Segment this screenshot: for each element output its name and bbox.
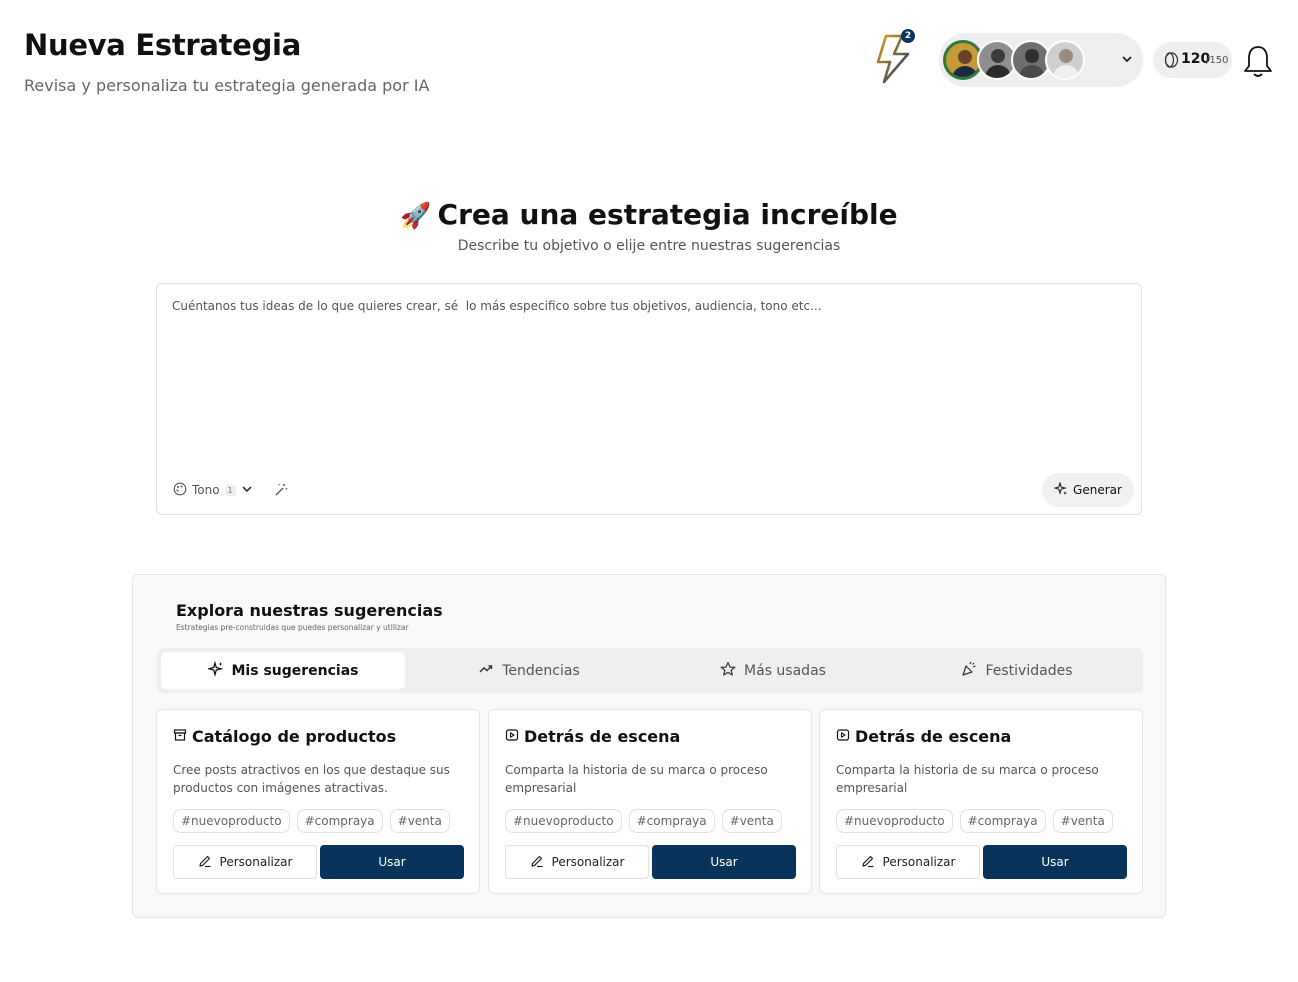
tag-list: #nuevoproducto #compraya #venta — [173, 809, 450, 833]
tab-festividades[interactable]: Festividades — [897, 652, 1137, 689]
tag[interactable]: #venta — [389, 809, 450, 833]
suggestion-tabs: Mis sugerencias Tendencias Más usadas Fe… — [157, 648, 1143, 693]
trending-up-icon — [478, 661, 494, 681]
tone-selector[interactable]: Tono 1 — [173, 482, 253, 498]
card-description: Cree posts atractivos en los que destaqu… — [173, 763, 450, 795]
prompt-input[interactable] — [172, 299, 1122, 449]
suggestion-card: Catálogo de productos Cree posts atracti… — [156, 709, 480, 894]
tab-mis-sugerencias[interactable]: Mis sugerencias — [161, 652, 405, 689]
suggestion-card: Detrás de escena Comparta la historia de… — [819, 709, 1143, 894]
card-title: Detrás de escena — [836, 727, 1011, 746]
tag[interactable]: #compraya — [296, 809, 383, 833]
tag-list: #nuevoproducto #compraya #venta — [505, 809, 782, 833]
card-description: Comparta la historia de su marca o proce… — [836, 763, 1099, 795]
generate-button[interactable]: Generar — [1042, 473, 1134, 507]
palette-icon — [173, 482, 187, 499]
tab-tendencias[interactable]: Tendencias — [409, 652, 649, 689]
party-popper-icon — [961, 661, 977, 681]
customize-label: Personalizar — [551, 855, 625, 869]
tag[interactable]: #compraya — [628, 809, 715, 833]
play-icon — [505, 727, 519, 746]
credits-max: /150 — [1206, 55, 1229, 66]
page-subtitle: Revisa y personaliza tu estrategia gener… — [24, 76, 430, 95]
archive-icon — [173, 727, 187, 746]
bell-icon[interactable] — [1242, 44, 1274, 82]
use-button[interactable]: Usar — [983, 845, 1127, 879]
hero-title-text: Crea una estrategia increíble — [437, 198, 898, 231]
sparkles-icon — [205, 660, 224, 681]
notification-badge: 2 — [901, 29, 915, 43]
suggestions-subtitle: Estrategias pre-construidas que puedes p… — [176, 623, 409, 632]
customize-label: Personalizar — [219, 855, 293, 869]
card-description: Comparta la historia de su marca o proce… — [505, 763, 768, 795]
avatar[interactable] — [1045, 40, 1085, 80]
card-title-text: Detrás de escena — [524, 727, 681, 746]
tag-list: #nuevoproducto #compraya #venta — [836, 809, 1113, 833]
sparkles-icon — [1053, 480, 1068, 499]
pencil-icon — [861, 854, 875, 871]
tag[interactable]: #venta — [721, 809, 782, 833]
customize-button[interactable]: Personalizar — [173, 845, 317, 879]
star-icon — [720, 661, 736, 681]
credits-counter[interactable]: 120 /150 — [1153, 42, 1232, 78]
tab-label: Festividades — [985, 662, 1073, 679]
customize-button[interactable]: Personalizar — [505, 845, 649, 879]
chevron-down-icon[interactable] — [241, 483, 253, 498]
customize-button[interactable]: Personalizar — [836, 845, 980, 879]
chevron-down-icon[interactable] — [1121, 53, 1133, 68]
magic-wand-icon[interactable] — [273, 482, 289, 502]
suggestions-title: Explora nuestras sugerencias — [176, 601, 443, 620]
page-title: Nueva Estrategia — [24, 28, 301, 62]
tag[interactable]: #nuevoproducto — [505, 809, 622, 833]
card-title: Catálogo de productos — [173, 727, 396, 746]
tone-label: Tono — [192, 483, 220, 497]
hero-subtitle: Describe tu objetivo o elije entre nuest… — [457, 238, 841, 254]
card-title-text: Catálogo de productos — [192, 727, 397, 746]
tag[interactable]: #nuevoproducto — [836, 809, 953, 833]
tab-label: Más usadas — [744, 662, 826, 679]
tag[interactable]: #nuevoproducto — [173, 809, 290, 833]
tab-label: Mis sugerencias — [231, 662, 359, 679]
customize-label: Personalizar — [882, 855, 956, 869]
team-switcher[interactable] — [939, 33, 1143, 87]
card-title: Detrás de escena — [505, 727, 680, 746]
prompt-box: Tono 1 Generar — [156, 283, 1142, 515]
suggestion-card: Detrás de escena Comparta la historia de… — [488, 709, 812, 894]
card-title-text: Detrás de escena — [855, 727, 1012, 746]
play-icon — [836, 727, 850, 746]
pencil-icon — [198, 854, 212, 871]
tag[interactable]: #compraya — [959, 809, 1046, 833]
coin-icon — [1163, 52, 1179, 72]
rocket-icon: 🚀 — [400, 201, 432, 230]
tab-mas-usadas[interactable]: Más usadas — [653, 652, 893, 689]
pencil-icon — [530, 854, 544, 871]
tone-count: 1 — [224, 484, 236, 496]
generate-label: Generar — [1073, 483, 1122, 497]
hero-title: 🚀 Crea una estrategia increíble — [0, 198, 1298, 231]
tag[interactable]: #venta — [1052, 809, 1113, 833]
suggestions-panel: Explora nuestras sugerencias Estrategias… — [132, 574, 1166, 918]
use-button[interactable]: Usar — [652, 845, 796, 879]
use-button[interactable]: Usar — [320, 845, 464, 879]
tab-label: Tendencias — [502, 662, 580, 679]
